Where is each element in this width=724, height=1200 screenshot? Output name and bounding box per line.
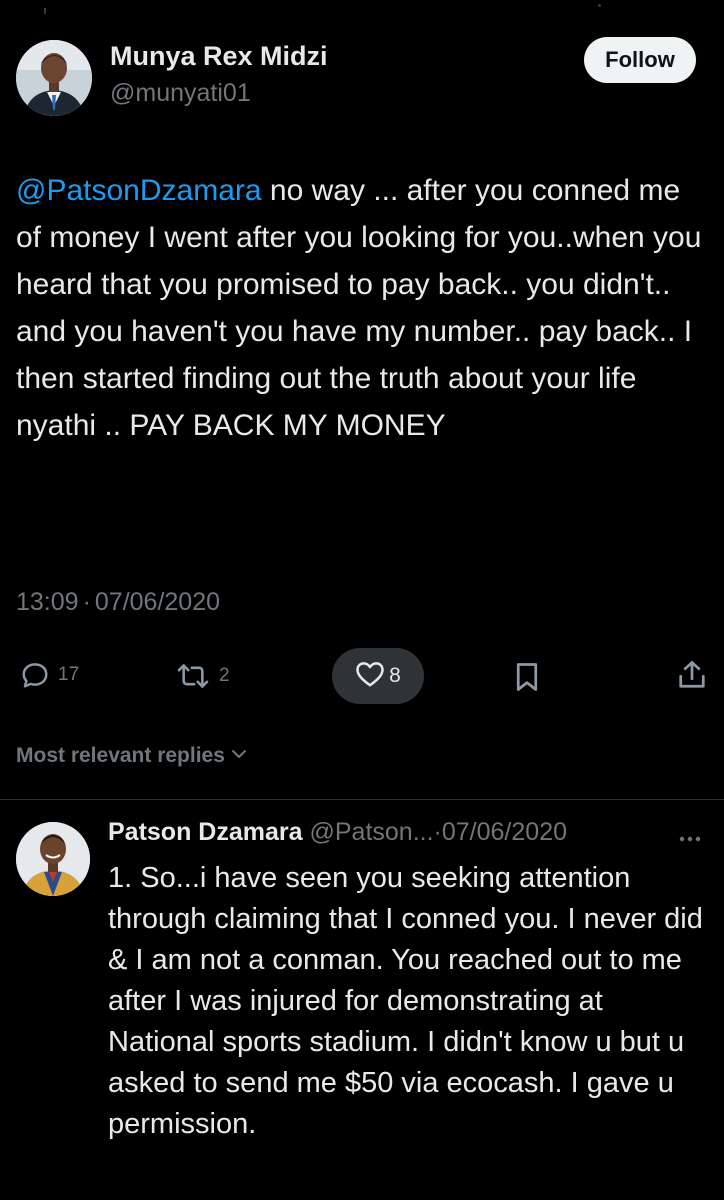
tweet-body: no way ... after you conned me of money … <box>16 174 702 442</box>
section-divider <box>0 799 724 800</box>
follow-button[interactable]: Follow <box>584 37 696 83</box>
tweet-time: 13:09 <box>16 588 79 616</box>
reply-button[interactable]: 17 <box>20 660 79 690</box>
reply-avatar[interactable] <box>16 822 90 896</box>
tweet-text: @PatsonDzamara no way ... after you conn… <box>16 167 706 449</box>
tweet-timestamp[interactable]: 13:09 · 07/06/2020 <box>16 588 220 617</box>
chevron-down-icon <box>225 747 247 765</box>
bookmark-button[interactable] <box>514 662 540 692</box>
like-count: 8 <box>389 664 401 687</box>
reply-text: 1. So...i have seen you seeking attentio… <box>108 862 703 1140</box>
tweet-actions-bar: 17 2 8 <box>0 648 724 704</box>
heart-icon <box>355 660 385 693</box>
reply-date[interactable]: 07/06/2020 <box>442 818 567 846</box>
replies-sort-dropdown[interactable]: Most relevant replies <box>16 744 247 768</box>
speech-bubble-icon <box>20 660 50 690</box>
repost-button[interactable]: 2 <box>175 662 230 690</box>
repost-arrows-icon <box>175 662 211 690</box>
timestamp-separator: · <box>82 588 91 616</box>
reply-header: Patson Dzamara @Patson...·07/06/2020 <box>108 818 567 847</box>
previous-tweet-sliver <box>0 0 724 14</box>
reply-author-handle[interactable]: @Patson... <box>309 818 433 846</box>
author-avatar[interactable] <box>16 40 92 116</box>
like-button[interactable]: 8 <box>332 648 424 704</box>
sliver-mark <box>598 4 601 7</box>
tweet-date: 07/06/2020 <box>94 588 221 616</box>
share-upload-icon <box>678 660 706 690</box>
reply-separator: · <box>433 818 442 846</box>
bookmark-icon <box>514 662 540 692</box>
repost-count: 2 <box>219 665 230 686</box>
reply-count: 17 <box>58 664 80 685</box>
replies-sort-label: Most relevant replies <box>16 744 225 767</box>
more-options-button[interactable] <box>678 830 702 848</box>
sliver-mark <box>44 8 46 14</box>
reply-item[interactable]: Patson Dzamara @Patson...·07/06/2020 1. … <box>0 810 724 1200</box>
reply-author-name[interactable]: Patson Dzamara <box>108 818 303 846</box>
share-button[interactable] <box>678 660 706 690</box>
author-name[interactable]: Munya Rex Midzi <box>110 41 328 72</box>
author-handle[interactable]: @munyati01 <box>110 79 251 108</box>
mention-link[interactable]: @PatsonDzamara <box>16 174 262 207</box>
tweet-header: Munya Rex Midzi @munyati01 Follow <box>0 30 724 120</box>
more-dots-icon <box>678 830 702 847</box>
